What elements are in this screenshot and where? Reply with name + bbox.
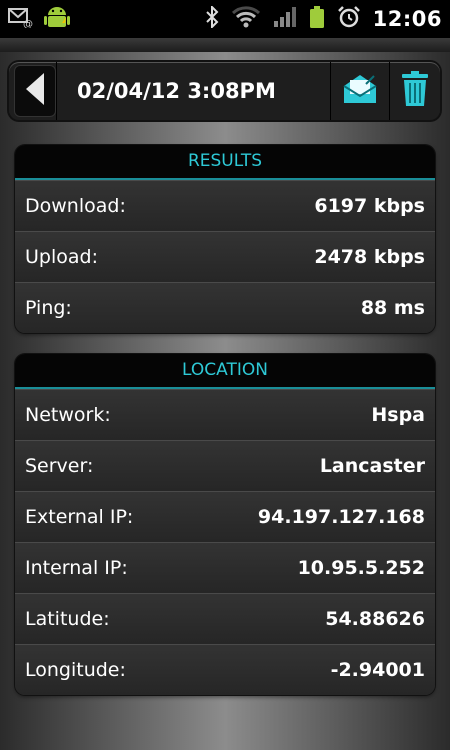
row-label: Download: bbox=[25, 195, 126, 217]
row-label: Ping: bbox=[25, 297, 72, 319]
row-value: 54.88626 bbox=[325, 608, 425, 630]
location-panel: LOCATION Network: Hspa Server: Lancaster… bbox=[15, 354, 435, 695]
row-value: Hspa bbox=[371, 404, 425, 426]
android-icon[interactable] bbox=[42, 3, 72, 35]
back-button[interactable] bbox=[14, 65, 56, 117]
location-title: LOCATION bbox=[15, 354, 435, 389]
back-arrow-icon bbox=[24, 71, 46, 111]
results-row-upload: Upload: 2478 kbps bbox=[15, 231, 435, 282]
status-clock: 12:06 bbox=[372, 7, 442, 31]
row-value: 94.197.127.168 bbox=[257, 506, 425, 528]
location-row-network: Network: Hspa bbox=[15, 389, 435, 440]
battery-icon bbox=[309, 5, 325, 33]
svg-text:@: @ bbox=[23, 19, 33, 28]
status-bar: @ 12:06 bbox=[0, 0, 450, 38]
results-row-download: Download: 6197 kbps bbox=[15, 180, 435, 231]
row-label: External IP: bbox=[25, 506, 134, 528]
header-bar: 02/04/12 3:08PM bbox=[9, 62, 440, 120]
results-title: RESULTS bbox=[15, 145, 435, 180]
row-value: Lancaster bbox=[319, 455, 425, 477]
location-row-latitude: Latitude: 54.88626 bbox=[15, 593, 435, 644]
location-row-internal-ip: Internal IP: 10.95.5.252 bbox=[15, 542, 435, 593]
location-row-server: Server: Lancaster bbox=[15, 440, 435, 491]
row-value: 2478 kbps bbox=[314, 246, 425, 268]
location-row-longitude: Longitude: -2.94001 bbox=[15, 644, 435, 695]
row-label: Latitude: bbox=[25, 608, 110, 630]
row-label: Internal IP: bbox=[25, 557, 128, 579]
row-label: Upload: bbox=[25, 246, 98, 268]
row-label: Server: bbox=[25, 455, 94, 477]
row-label: Longitude: bbox=[25, 659, 126, 681]
signal-icon bbox=[273, 6, 297, 32]
alarm-icon bbox=[337, 5, 361, 33]
row-value: 10.95.5.252 bbox=[297, 557, 425, 579]
result-datetime: 02/04/12 3:08PM bbox=[56, 62, 330, 120]
results-panel: RESULTS Download: 6197 kbps Upload: 2478… bbox=[15, 145, 435, 333]
location-row-external-ip: External IP: 94.197.127.168 bbox=[15, 491, 435, 542]
bluetooth-icon bbox=[205, 4, 219, 32]
results-row-ping: Ping: 88 ms bbox=[15, 282, 435, 333]
row-value: 6197 kbps bbox=[314, 195, 425, 217]
delete-button[interactable] bbox=[389, 62, 440, 120]
row-label: Network: bbox=[25, 404, 111, 426]
email-icon bbox=[341, 72, 379, 110]
app-title-strip bbox=[0, 38, 450, 52]
row-value: -2.94001 bbox=[330, 659, 425, 681]
row-value: 88 ms bbox=[360, 297, 425, 319]
wifi-icon bbox=[231, 5, 261, 33]
email-notification-icon[interactable]: @ bbox=[8, 6, 34, 32]
email-button[interactable] bbox=[330, 62, 389, 120]
trash-icon bbox=[401, 70, 429, 112]
